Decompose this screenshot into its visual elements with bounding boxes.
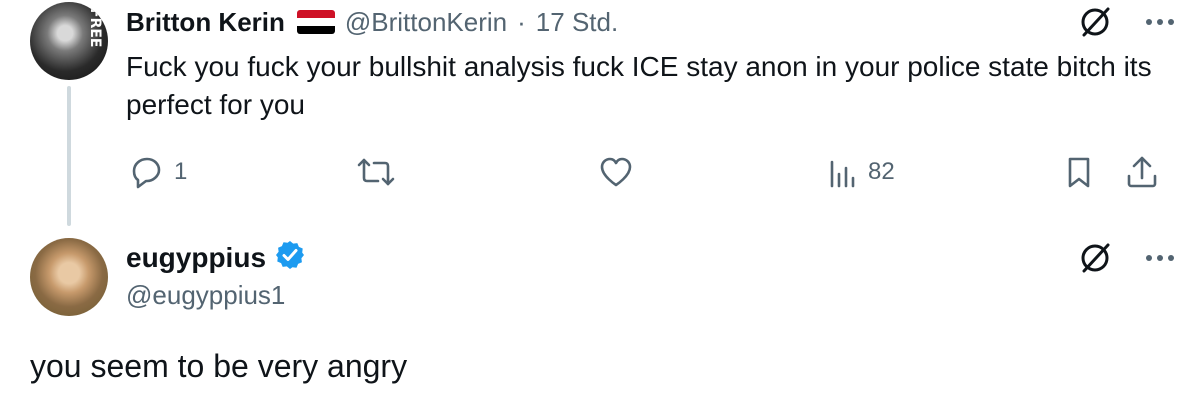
bookmark-button[interactable] — [1062, 150, 1096, 194]
tweet-actions-bar: 1 82 — [126, 150, 1166, 194]
avatar-text: FREE — [87, 8, 103, 48]
retweet-button[interactable] — [354, 150, 398, 194]
author-handle[interactable]: @eugyppius1 — [126, 280, 285, 311]
author-name[interactable]: eugyppius — [126, 242, 266, 274]
tweet-top-actions — [1078, 2, 1174, 42]
meta-separator: · — [517, 6, 526, 37]
more-icon[interactable] — [1146, 19, 1174, 25]
author-name[interactable]: Britton Kerin — [126, 7, 285, 38]
author-handle[interactable]: @BrittonKerin — [345, 7, 507, 38]
thread-connector-line — [67, 86, 71, 226]
avatar-eugyppius[interactable] — [30, 238, 108, 316]
views-icon — [826, 152, 860, 192]
reply-button[interactable]: 1 — [126, 150, 187, 194]
verified-badge-icon — [274, 239, 306, 278]
tweet-header: Britton Kerin @BrittonKerin · 17 Std. — [126, 4, 618, 40]
retweet-icon — [354, 152, 398, 192]
avatar-britton-kerin[interactable]: FREE — [30, 2, 108, 80]
yemen-flag-icon — [296, 10, 335, 34]
tweet-time[interactable]: 17 Std. — [536, 7, 618, 38]
like-icon — [596, 152, 636, 192]
grok-icon[interactable] — [1078, 241, 1112, 275]
tweet-text: Fuck you fuck your bullshit analysis fuc… — [126, 51, 1152, 120]
share-button[interactable] — [1122, 150, 1162, 194]
views-button[interactable]: 82 — [826, 150, 895, 194]
tweet-top-actions — [1078, 238, 1174, 278]
views-count: 82 — [868, 158, 895, 185]
tweet-header: eugyppius — [126, 238, 306, 278]
tweet-text: you seem to be very angry — [30, 348, 408, 384]
more-icon[interactable] — [1146, 255, 1174, 261]
share-icon — [1122, 152, 1162, 192]
reply-count: 1 — [174, 158, 188, 185]
reply-icon — [126, 152, 166, 192]
like-button[interactable] — [596, 150, 636, 194]
bookmark-icon — [1062, 152, 1096, 192]
grok-icon[interactable] — [1078, 5, 1112, 39]
